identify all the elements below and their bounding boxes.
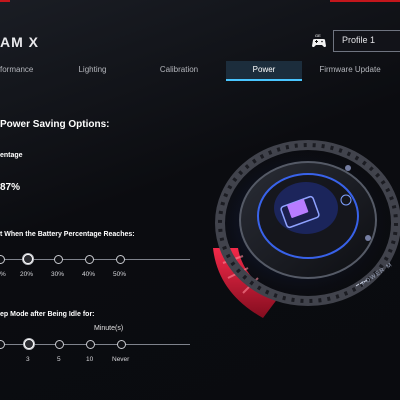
sleep-unit-label: Minute(s) <box>94 325 124 332</box>
app-title: AM X <box>0 34 39 50</box>
slider-stop-label: Never <box>112 356 130 363</box>
gamepad-icon: GE <box>311 31 327 49</box>
slider-stop-label: % <box>0 271 6 278</box>
title-bar: AM X GE Profile 1 <box>0 0 400 60</box>
slider-stop-selected[interactable] <box>23 254 33 264</box>
slider-stop[interactable] <box>0 340 5 349</box>
section-title: Power Saving Options: <box>0 119 110 130</box>
tab-firmware-update[interactable]: Firmware Update <box>312 61 388 79</box>
slider-stop-label: 3 <box>26 356 30 363</box>
slider-stop-label: 20% <box>20 271 34 278</box>
profile-select-value: Profile 1 <box>342 35 376 45</box>
slider-stop-label: 30% <box>51 271 65 278</box>
tab-power[interactable]: Power <box>226 61 302 81</box>
battery-limit-label: t When the Battery Percentage Reaches: <box>0 231 135 238</box>
slider-stop-selected[interactable] <box>24 339 34 349</box>
tab-lighting[interactable]: Lighting <box>70 61 115 79</box>
sleep-mode-slider[interactable]: 3 5 10 Never <box>0 337 190 365</box>
slider-stop-label: 40% <box>82 271 96 278</box>
slider-stop-label: 10 <box>86 356 94 363</box>
slider-stop[interactable] <box>86 340 95 349</box>
tab-bar: formance Lighting Calibration Power Firm… <box>0 61 400 81</box>
slider-stop[interactable] <box>55 340 64 349</box>
slider-stop[interactable] <box>0 255 5 264</box>
battery-percentage-value: 87% <box>0 182 21 193</box>
slider-stop-label: 50% <box>113 271 127 278</box>
battery-percentage-label: entage <box>0 152 23 159</box>
slider-stop-label: 5 <box>57 356 61 363</box>
profile-select[interactable]: Profile 1 <box>333 30 400 52</box>
svg-text:GE: GE <box>315 33 321 38</box>
app-window: AM X GE Profile 1 formance Lighting Cali… <box>0 0 400 400</box>
tab-calibration[interactable]: Calibration <box>150 61 208 79</box>
slider-stop[interactable] <box>116 255 125 264</box>
tab-performance[interactable]: formance <box>0 61 45 79</box>
battery-limit-slider[interactable]: % 20% 30% 40% 50% <box>0 252 190 280</box>
power-mode-illustration: POWER M <box>188 128 400 338</box>
slider-stop[interactable] <box>117 340 126 349</box>
sleep-mode-label: ep Mode after Being Idle for: <box>0 311 95 318</box>
slider-stop[interactable] <box>54 255 63 264</box>
slider-stop[interactable] <box>85 255 94 264</box>
